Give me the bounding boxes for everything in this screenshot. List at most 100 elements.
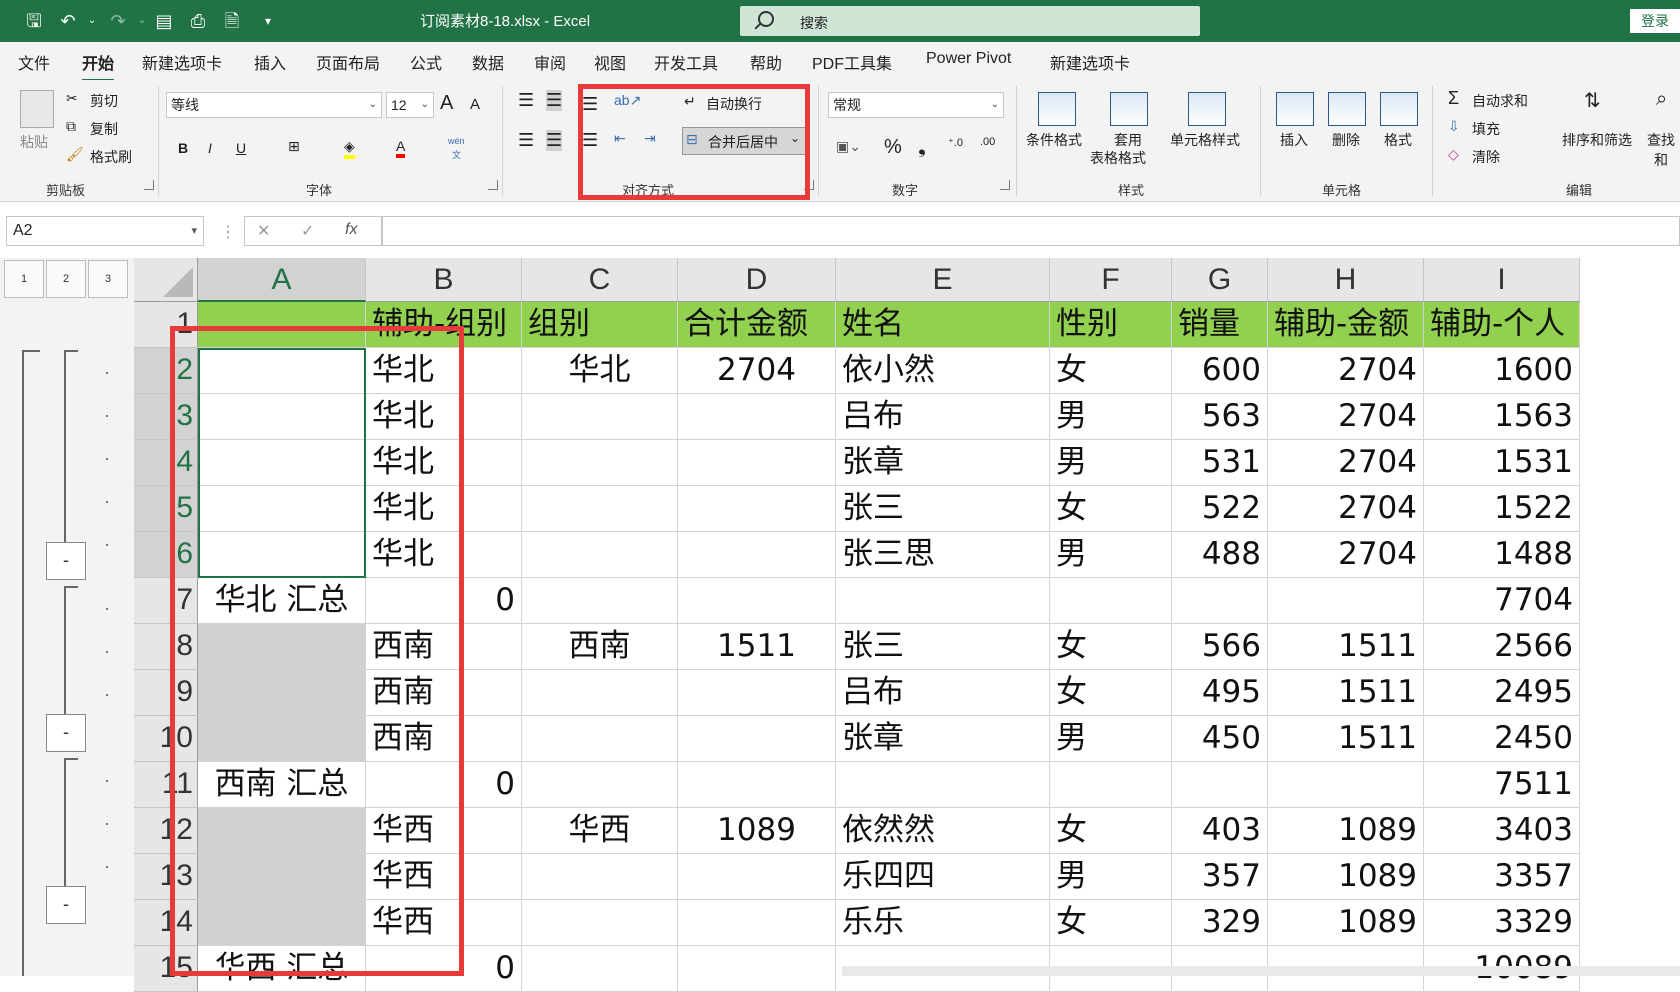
cell-i9[interactable]: 2495 <box>1424 670 1580 716</box>
cell-g1[interactable]: 销量 <box>1172 302 1268 348</box>
paste-label[interactable]: 粘贴 <box>20 132 48 152</box>
insert-cells-button[interactable]: 插入 <box>1280 130 1308 150</box>
cell-a9[interactable] <box>198 670 366 716</box>
format-as-table-icon[interactable] <box>1110 92 1148 126</box>
cell-i10[interactable]: 2450 <box>1424 716 1580 762</box>
cell-c4[interactable] <box>522 440 678 486</box>
cell-f10[interactable]: 男 <box>1050 716 1172 762</box>
row-header-4[interactable]: 4 <box>134 440 198 486</box>
search-box[interactable]: 搜索 <box>740 6 1200 36</box>
save-icon[interactable]: 🖫 <box>22 9 46 33</box>
undo-icon[interactable]: ↶ <box>56 9 80 33</box>
cell-i5[interactable]: 1522 <box>1424 486 1580 532</box>
format-painter-button[interactable]: 格式刷 <box>90 147 132 167</box>
cell-e1[interactable]: 姓名 <box>836 302 1050 348</box>
row-header-12[interactable]: 12 <box>134 808 198 854</box>
format-painter-icon[interactable]: 🖌 <box>66 146 84 163</box>
increase-decimal-icon[interactable]: ⁺.0 <box>948 136 963 149</box>
conditional-format-button[interactable]: 条件格式 <box>1026 130 1082 150</box>
cell-f13[interactable]: 男 <box>1050 854 1172 900</box>
row-header-7[interactable]: 7 <box>134 578 198 624</box>
select-all-button[interactable] <box>134 258 198 302</box>
cell-e7[interactable] <box>836 578 1050 624</box>
insert-cells-icon[interactable] <box>1276 92 1314 126</box>
italic-button[interactable]: I <box>208 140 212 156</box>
cell-a1[interactable] <box>198 302 366 348</box>
cell-i12[interactable]: 3403 <box>1424 808 1580 854</box>
cell-styles-button[interactable]: 单元格样式 <box>1170 130 1240 150</box>
cell-f1[interactable]: 性别 <box>1050 302 1172 348</box>
cell-styles-icon[interactable] <box>1188 92 1226 126</box>
collapse-group-button[interactable]: - <box>46 542 86 580</box>
cell-c6[interactable] <box>522 532 678 578</box>
cut-icon[interactable]: ✂ <box>66 90 78 107</box>
cell-d10[interactable] <box>678 716 836 762</box>
cell-i6[interactable]: 1488 <box>1424 532 1580 578</box>
cell-b8[interactable]: 西南 <box>366 624 522 670</box>
cell-f14[interactable]: 女 <box>1050 900 1172 946</box>
sort-filter-button[interactable]: 排序和筛选 <box>1562 130 1632 150</box>
number-launcher-icon[interactable] <box>1000 180 1010 190</box>
cell-a12[interactable] <box>198 808 366 854</box>
cell-b6[interactable]: 华北 <box>366 532 522 578</box>
cell-c13[interactable] <box>522 854 678 900</box>
row-header-6[interactable]: 6 <box>134 532 198 578</box>
cell-i13[interactable]: 3357 <box>1424 854 1580 900</box>
cell-g8[interactable]: 566 <box>1172 624 1268 670</box>
column-header-h[interactable]: H <box>1268 258 1424 302</box>
column-header-g[interactable]: G <box>1172 258 1268 302</box>
tab-file[interactable]: 文件 <box>18 50 50 74</box>
cell-d7[interactable] <box>678 578 836 624</box>
accounting-format-icon[interactable]: ▣⌄ <box>836 138 861 155</box>
cell-g6[interactable]: 488 <box>1172 532 1268 578</box>
cell-d11[interactable] <box>678 762 836 808</box>
row-header-13[interactable]: 13 <box>134 854 198 900</box>
cell-c11[interactable] <box>522 762 678 808</box>
merge-dropdown-icon[interactable]: ⌄ <box>790 131 800 145</box>
cell-d12[interactable]: 1089 <box>678 808 836 854</box>
cell-b13[interactable]: 华西 <box>366 854 522 900</box>
decrease-indent-icon[interactable]: ⇤ <box>614 130 626 147</box>
column-header-a[interactable]: A <box>198 258 366 302</box>
cell-f7[interactable] <box>1050 578 1172 624</box>
cell-b14[interactable]: 华西 <box>366 900 522 946</box>
copy-button[interactable]: 复制 <box>90 119 118 139</box>
insert-function-icon[interactable]: fx <box>345 221 357 239</box>
row-header-14[interactable]: 14 <box>134 900 198 946</box>
cell-g11[interactable] <box>1172 762 1268 808</box>
row-header-9[interactable]: 9 <box>134 670 198 716</box>
cell-c14[interactable] <box>522 900 678 946</box>
cell-e13[interactable]: 乐四四 <box>836 854 1050 900</box>
row-header-2[interactable]: 2 <box>134 348 198 394</box>
redo-icon[interactable]: ↷ <box>106 9 130 33</box>
cell-h6[interactable]: 2704 <box>1268 532 1424 578</box>
name-box[interactable]: A2 ▾ <box>6 216 204 246</box>
cell-e4[interactable]: 张章 <box>836 440 1050 486</box>
sort-filter-icon[interactable]: ⇅ <box>1584 88 1601 113</box>
cell-a14[interactable] <box>198 900 366 946</box>
cell-f5[interactable]: 女 <box>1050 486 1172 532</box>
cell-d14[interactable] <box>678 900 836 946</box>
cell-g14[interactable]: 329 <box>1172 900 1268 946</box>
tab-new-tab-1[interactable]: 新建选项卡 <box>142 50 222 74</box>
decrease-decimal-icon[interactable]: .00 <box>980 136 995 148</box>
grow-font-button[interactable]: A <box>440 92 453 115</box>
align-middle-icon[interactable]: ☰ <box>546 90 563 111</box>
cell-i14[interactable]: 3329 <box>1424 900 1580 946</box>
tab-formulas[interactable]: 公式 <box>410 50 442 74</box>
cell-d13[interactable] <box>678 854 836 900</box>
alignment-launcher-icon[interactable] <box>804 180 814 190</box>
cell-i8[interactable]: 2566 <box>1424 624 1580 670</box>
cell-d3[interactable] <box>678 394 836 440</box>
cell-a8[interactable] <box>198 624 366 670</box>
cell-b1[interactable]: 辅助-组别 <box>366 302 522 348</box>
tab-page-layout[interactable]: 页面布局 <box>316 50 380 74</box>
cell-e8[interactable]: 张三 <box>836 624 1050 670</box>
customize-qat-icon[interactable]: ▾ <box>256 9 280 33</box>
clipboard-launcher-icon[interactable] <box>144 180 154 190</box>
cell-e2[interactable]: 依小然 <box>836 348 1050 394</box>
cell-d8[interactable]: 1511 <box>678 624 836 670</box>
autosum-button[interactable]: 自动求和 <box>1472 91 1528 111</box>
cell-h3[interactable]: 2704 <box>1268 394 1424 440</box>
font-color-button[interactable]: A <box>396 138 406 158</box>
